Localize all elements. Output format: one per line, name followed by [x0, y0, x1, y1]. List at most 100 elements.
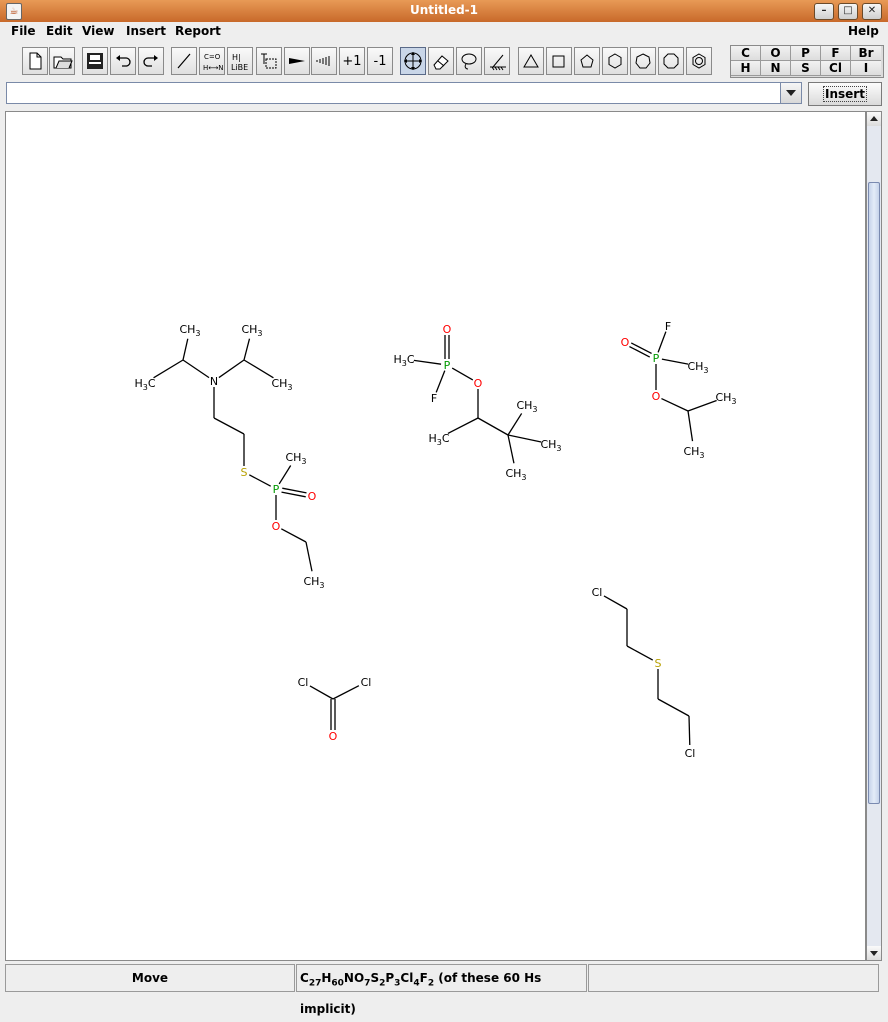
hash-bond-button[interactable]: [311, 47, 337, 75]
formula-element: C: [300, 971, 309, 985]
title-bar: ☕ Untitled-1 – □ ✕: [0, 0, 888, 23]
scroll-up-arrow[interactable]: [867, 112, 881, 126]
eraser-button[interactable]: [428, 47, 454, 75]
smiles-combo[interactable]: [6, 82, 802, 104]
smiles-input-row: Insert: [0, 80, 888, 108]
minimize-button[interactable]: –: [814, 3, 834, 20]
menu-bar: File Edit View Insert Report Help: [0, 22, 888, 42]
element-h-button[interactable]: H: [731, 61, 761, 76]
single-bond-icon: [177, 53, 191, 69]
heptagon-ring-button[interactable]: [630, 47, 656, 75]
hexagon-ring-icon: [608, 53, 622, 69]
formula-element: S: [370, 971, 380, 985]
element-palette: C O P F Br H N S Cl I: [730, 45, 884, 78]
formula-element: F: [419, 971, 428, 985]
element-s-button[interactable]: S: [791, 61, 821, 76]
svg-text:C=O: C=O: [204, 53, 221, 61]
scroll-down-arrow[interactable]: [867, 946, 881, 960]
menu-edit[interactable]: Edit: [46, 24, 73, 38]
status-bar: Move C27H60NO7S2P3Cl4F2 (of these 60 Hs …: [0, 964, 888, 1016]
lasso-icon: [461, 53, 477, 70]
charge-plus-button[interactable]: +1: [339, 47, 365, 75]
status-mode: Move: [5, 964, 295, 992]
charge-minus-label: -1: [373, 54, 387, 69]
pentagon-ring-icon: [580, 54, 594, 68]
element-cl-button[interactable]: Cl: [821, 61, 851, 76]
wedge-bond-icon: [289, 58, 305, 64]
formula-element: P: [385, 971, 395, 985]
hexagon-ring-button[interactable]: [602, 47, 628, 75]
formula-element: H: [321, 971, 332, 985]
open-button[interactable]: [49, 47, 75, 75]
vertical-scrollbar[interactable]: [866, 111, 882, 961]
status-formula-field: C27H60NO7S2P3Cl4F2 (of these 60 Hs impli…: [296, 964, 587, 1016]
triangle-ring-icon: [523, 54, 539, 68]
drawing-canvas[interactable]: [5, 111, 866, 961]
open-folder-icon: [53, 56, 73, 69]
save-icon: [87, 53, 103, 69]
formula-subscript: 27: [308, 978, 322, 989]
hydrogen-label-button[interactable]: H| LiBE: [227, 47, 253, 75]
menu-help[interactable]: Help: [848, 24, 879, 38]
reaction-arrow-button[interactable]: C=O H⟷N: [199, 47, 225, 75]
formula-subscript: 60: [331, 978, 344, 989]
ring-tool-button[interactable]: [484, 47, 510, 75]
menu-insert[interactable]: Insert: [126, 24, 166, 38]
element-o-button[interactable]: O: [761, 46, 791, 61]
molecular-formula: C27H60NO7S2P3Cl4F2: [300, 971, 434, 989]
menu-report[interactable]: Report: [175, 24, 221, 38]
smiles-input[interactable]: [7, 83, 785, 103]
formula-element: Cl: [400, 971, 414, 985]
move-button[interactable]: [400, 47, 426, 75]
benzene-ring-icon: [692, 53, 706, 69]
hash-bond-icon: [316, 56, 330, 66]
element-br-button[interactable]: Br: [851, 46, 881, 61]
svg-text:LiBE: LiBE: [231, 63, 248, 72]
move-icon: [404, 52, 422, 70]
octagon-ring-button[interactable]: [658, 47, 684, 75]
eraser-icon: [433, 55, 449, 70]
hydrogen-label-icon: H|LiBE: [231, 53, 248, 72]
square-ring-icon: [552, 55, 565, 68]
charge-minus-button[interactable]: -1: [367, 47, 393, 75]
insert-button-label: Insert: [823, 86, 867, 102]
undo-icon: [116, 55, 131, 67]
wedge-bond-button[interactable]: [284, 47, 310, 75]
element-c-button[interactable]: C: [731, 46, 761, 61]
svg-text:H⟷N: H⟷N: [203, 64, 224, 72]
combo-dropdown-button[interactable]: [780, 83, 801, 103]
single-bond-button[interactable]: [171, 47, 197, 75]
triangle-ring-button[interactable]: [518, 47, 544, 75]
maximize-button[interactable]: □: [838, 3, 858, 20]
close-button[interactable]: ✕: [862, 3, 882, 20]
menu-view[interactable]: View: [82, 24, 114, 38]
chain-tool-icon: [490, 54, 506, 71]
element-i-button[interactable]: I: [851, 61, 881, 76]
lasso-button[interactable]: [456, 47, 482, 75]
window-title: Untitled-1: [409, 3, 479, 17]
scroll-thumb[interactable]: [868, 182, 880, 804]
heptagon-ring-icon: [635, 53, 651, 69]
undo-button[interactable]: [110, 47, 136, 75]
formula-element: NO: [343, 971, 365, 985]
square-ring-button[interactable]: [546, 47, 572, 75]
select-rectangle-icon: [261, 53, 277, 69]
charge-plus-label: +1: [342, 54, 362, 69]
new-document-button[interactable]: [22, 47, 48, 75]
reaction-arrow-icon: C=O H⟷N: [203, 53, 224, 72]
menu-file[interactable]: File: [11, 24, 36, 38]
new-document-icon: [29, 52, 42, 70]
element-f-button[interactable]: F: [821, 46, 851, 61]
redo-button[interactable]: [138, 47, 164, 75]
pentagon-ring-button[interactable]: [574, 47, 600, 75]
status-right: [588, 964, 879, 992]
select-rectangle-button[interactable]: [256, 47, 282, 75]
save-button[interactable]: [82, 47, 108, 75]
redo-icon: [143, 55, 158, 67]
benzene-ring-button[interactable]: [686, 47, 712, 75]
svg-text:H|: H|: [232, 53, 241, 62]
element-n-button[interactable]: N: [761, 61, 791, 76]
insert-button[interactable]: Insert: [808, 82, 882, 106]
octagon-ring-icon: [663, 53, 679, 69]
element-p-button[interactable]: P: [791, 46, 821, 61]
